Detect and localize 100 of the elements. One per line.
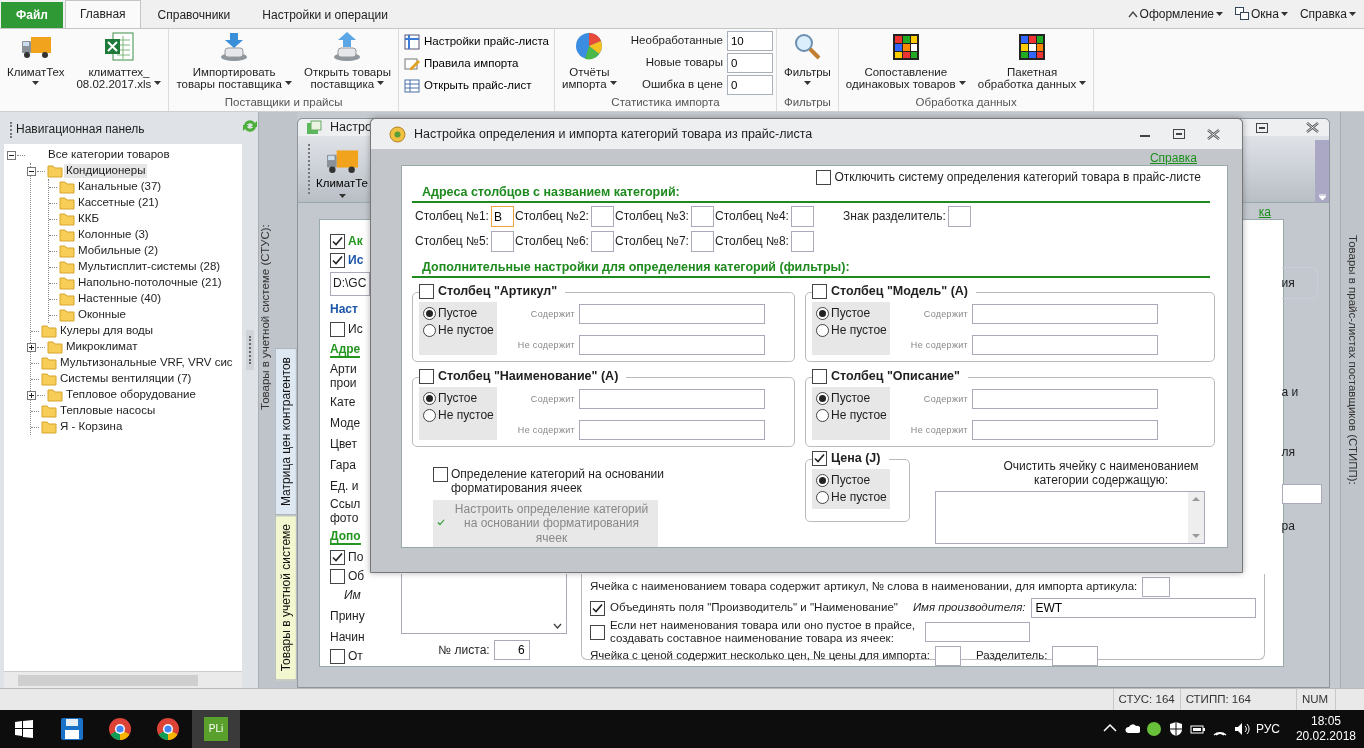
- ribbon-tab[interactable]: Справочники: [142, 2, 246, 28]
- tree-item[interactable]: Колонные (3): [76, 228, 151, 242]
- tree-item[interactable]: Кассетные (21): [76, 196, 161, 210]
- input-field[interactable]: [490, 231, 514, 252]
- input-field[interactable]: 0: [726, 53, 773, 73]
- ribbon-button[interactable]: Открыть прайс-лист: [401, 75, 551, 97]
- checkbox[interactable]: [590, 624, 605, 640]
- input-field[interactable]: EWT: [1030, 598, 1256, 618]
- tree-item[interactable]: Канальные (37): [76, 180, 164, 194]
- checkbox[interactable]: [590, 600, 605, 616]
- tree-item[interactable]: Я - Корзина: [58, 420, 125, 434]
- close-button[interactable]: [1304, 120, 1321, 136]
- maximize-button[interactable]: [1171, 127, 1187, 141]
- tree-item[interactable]: Кондиционеры: [64, 164, 148, 178]
- checkbox[interactable]: [419, 369, 434, 384]
- input-field[interactable]: [579, 389, 765, 409]
- input-field[interactable]: [972, 389, 1158, 409]
- checkbox[interactable]: [812, 369, 827, 384]
- ribbon-button[interactable]: Открыть товары поставщика: [300, 31, 395, 90]
- tree-item[interactable]: Все категории товаров: [46, 148, 172, 162]
- checkbox[interactable]: [330, 322, 345, 337]
- close-button[interactable]: [1205, 126, 1222, 142]
- input-field[interactable]: [972, 420, 1158, 440]
- ribbon-button[interactable]: КлиматТех: [3, 31, 69, 90]
- ribbon-button[interactable]: Правила импорта: [401, 53, 551, 75]
- input-field[interactable]: D:\GC: [330, 272, 370, 296]
- checkbox[interactable]: [330, 253, 345, 268]
- scrollbar[interactable]: [4, 671, 242, 688]
- input-field[interactable]: [1142, 577, 1171, 597]
- input-field[interactable]: [1281, 483, 1322, 504]
- tree-item[interactable]: Оконные: [76, 308, 128, 322]
- radio-button[interactable]: [423, 324, 436, 338]
- input-field[interactable]: [947, 206, 971, 227]
- ribbon-button[interactable]: Сопоставление одинаковых товаров: [841, 31, 970, 90]
- collapse-icon[interactable]: [27, 166, 36, 176]
- tree-item[interactable]: Мультизональные VRF, VRV сис: [58, 356, 235, 370]
- input-field[interactable]: [579, 335, 765, 355]
- collapse-icon[interactable]: [7, 150, 16, 160]
- checkbox[interactable]: [812, 284, 827, 299]
- ribbon-button[interactable]: климаттех_ 08.02.2017.xls: [72, 31, 166, 90]
- input-field[interactable]: [579, 304, 765, 324]
- tree-item[interactable]: ККБ: [76, 212, 101, 226]
- expand-icon[interactable]: [27, 342, 36, 352]
- input-field[interactable]: [972, 335, 1158, 355]
- radio-button[interactable]: [423, 409, 436, 423]
- input-field[interactable]: [972, 304, 1158, 324]
- ribbon-button[interactable]: Импортировать товары поставщика: [172, 31, 296, 90]
- splitter-handle[interactable]: [246, 330, 254, 370]
- tree-item[interactable]: Тепловое оборудование: [64, 388, 198, 402]
- checkbox[interactable]: [812, 451, 827, 466]
- speaker-icon[interactable]: [1233, 721, 1250, 737]
- radio-button[interactable]: [816, 473, 829, 487]
- radio-button[interactable]: [423, 391, 436, 405]
- side-tab[interactable]: Товары в учетной системе: [275, 514, 297, 680]
- radio-button[interactable]: [816, 324, 829, 338]
- tree-item[interactable]: Микроклимат: [64, 340, 140, 354]
- checkbox[interactable]: [330, 569, 345, 584]
- input-field[interactable]: [690, 231, 714, 252]
- checkbox[interactable]: [419, 284, 434, 299]
- menu-button[interactable]: Оформление: [1125, 6, 1226, 22]
- tree-item[interactable]: Тепловые насосы: [58, 404, 158, 418]
- file-menu-button[interactable]: Файл: [1, 2, 63, 28]
- toolbar-button[interactable]: КлиматТе: [316, 140, 368, 202]
- side-tab[interactable]: Матрица цен контрагентов: [275, 347, 297, 515]
- checkbox[interactable]: [330, 550, 345, 565]
- tree-item[interactable]: Настенные (40): [76, 292, 163, 306]
- restore-button[interactable]: [1254, 120, 1270, 135]
- menu-button[interactable]: Окна: [1233, 6, 1290, 22]
- input-field[interactable]: [590, 231, 614, 252]
- ribbon-button[interactable]: Отчёты импорта: [557, 31, 621, 90]
- input-field[interactable]: [1052, 646, 1099, 666]
- checkbox[interactable]: [330, 649, 345, 664]
- input-field[interactable]: 6: [493, 640, 530, 660]
- radio-button[interactable]: [816, 409, 829, 423]
- menu-button[interactable]: Справка: [1297, 6, 1358, 22]
- tree-item[interactable]: Кулеры для воды: [58, 324, 156, 338]
- radio-button[interactable]: [423, 306, 436, 320]
- checkbox[interactable]: [816, 170, 832, 185]
- tree-item[interactable]: Мультисплит-системы (28): [76, 260, 223, 274]
- input-field[interactable]: 0: [726, 75, 773, 95]
- ribbon-tab[interactable]: Настройки и операции: [247, 2, 403, 28]
- tree-item[interactable]: Напольно-потолочные (21): [76, 276, 224, 290]
- tree-item[interactable]: Системы вентиляции (7): [58, 372, 194, 386]
- input-field[interactable]: [579, 420, 765, 440]
- language-indicator[interactable]: РУС: [1255, 721, 1280, 737]
- input-field[interactable]: [690, 206, 714, 227]
- input-field[interactable]: B: [490, 206, 514, 227]
- input-field[interactable]: 10: [726, 31, 773, 51]
- input-field[interactable]: [925, 622, 1030, 642]
- radio-button[interactable]: [816, 491, 829, 505]
- ribbon-tab[interactable]: Главная: [64, 0, 141, 28]
- tree-item[interactable]: Мобильные (2): [76, 244, 161, 258]
- checkbox[interactable]: [433, 467, 448, 482]
- ribbon-button[interactable]: Настройки прайс-листа: [401, 31, 551, 53]
- input-field[interactable]: [790, 231, 814, 252]
- input-field[interactable]: [790, 206, 814, 227]
- input-field[interactable]: [934, 646, 961, 666]
- ribbon-button[interactable]: Фильтры: [779, 31, 835, 90]
- radio-button[interactable]: [816, 391, 829, 405]
- ribbon-button[interactable]: Пакетная обработка данных: [973, 31, 1091, 90]
